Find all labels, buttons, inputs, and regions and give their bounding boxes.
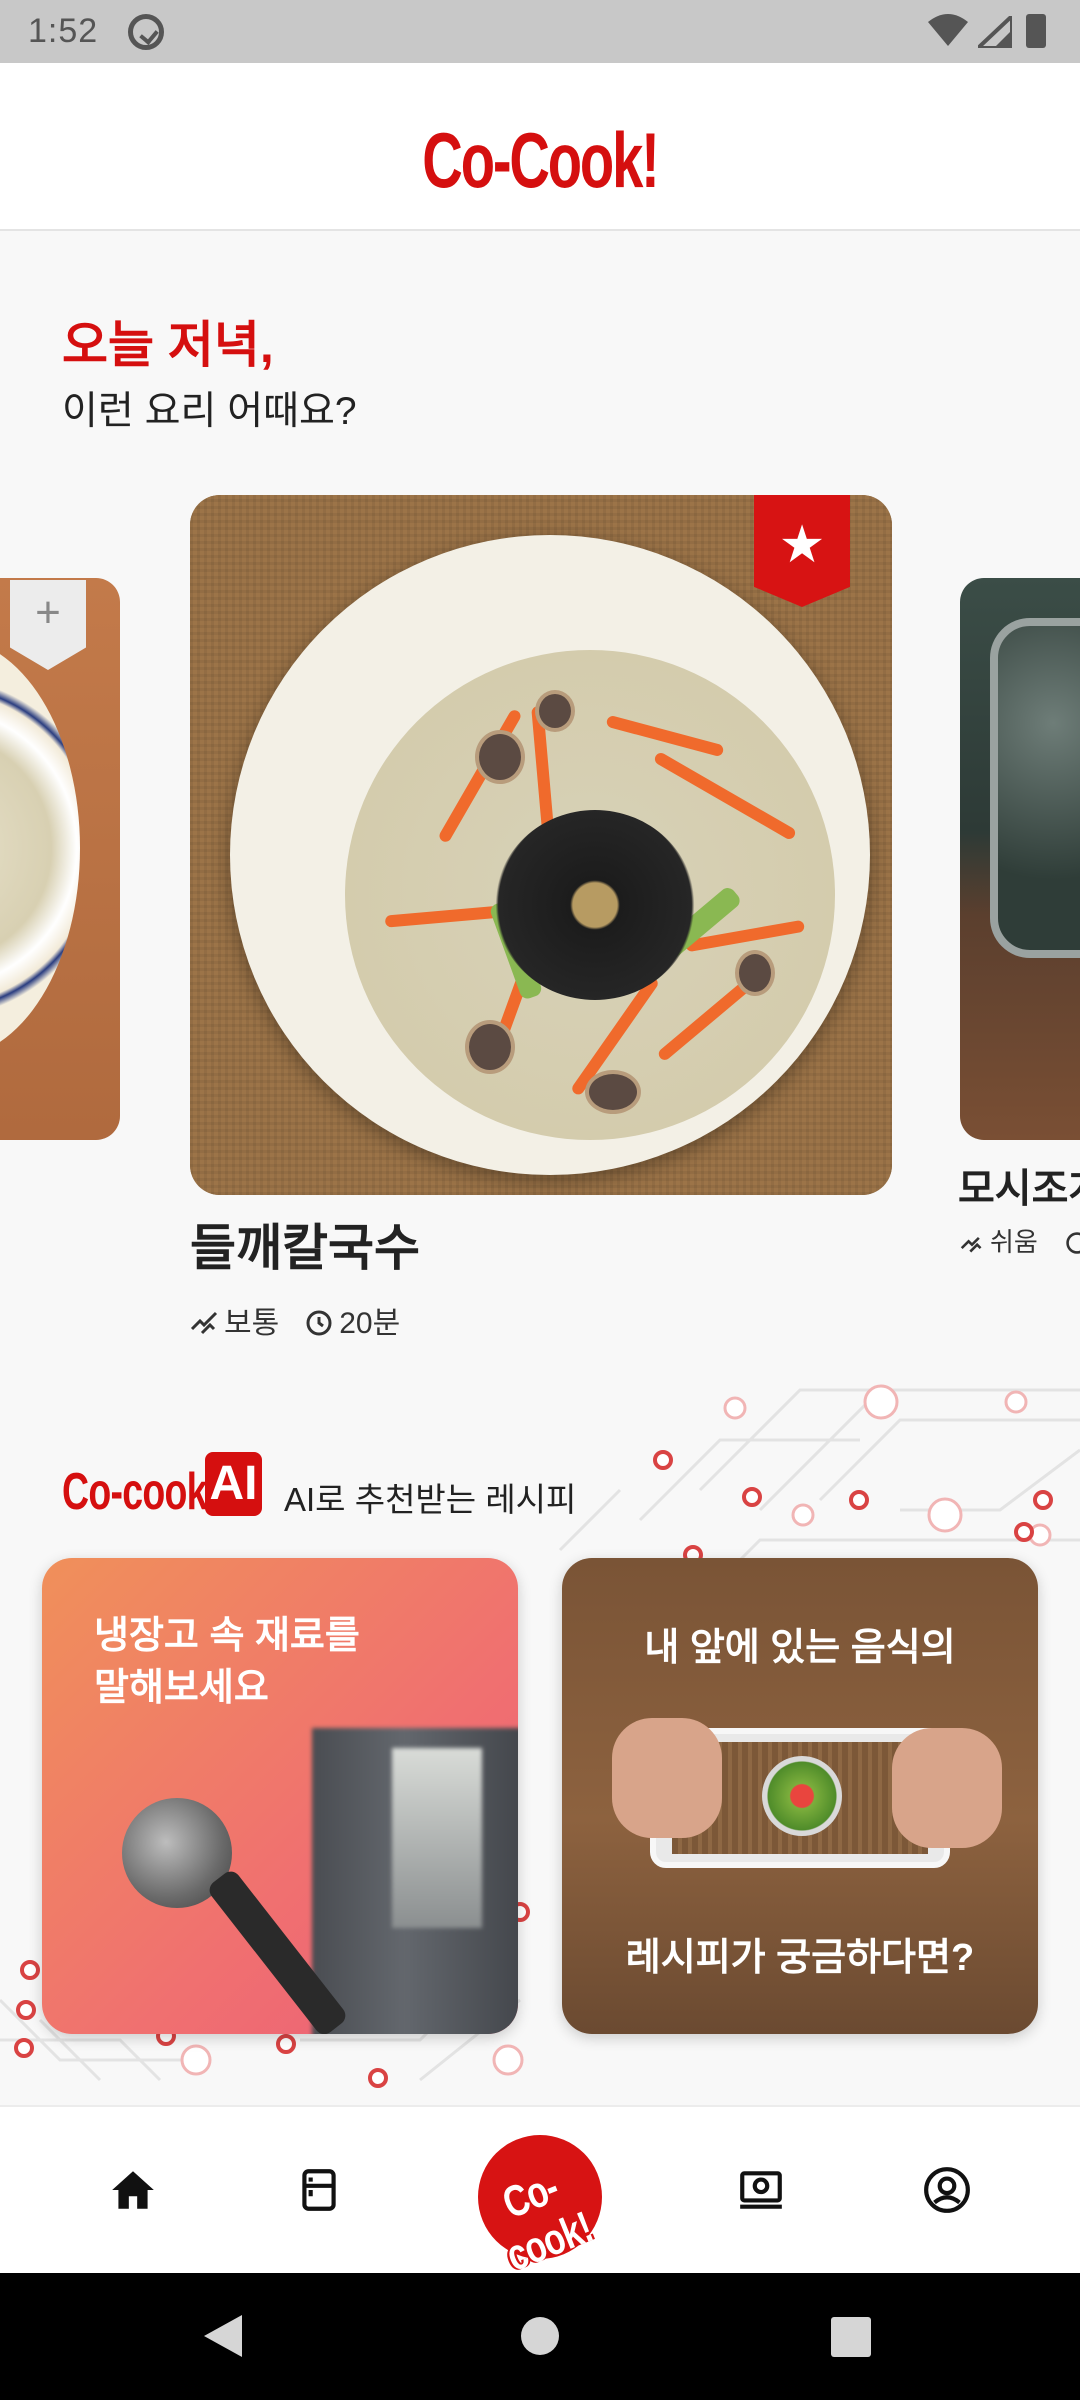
recipe-title: 들깨칼국수: [190, 1220, 420, 1276]
plus-icon: +: [35, 588, 61, 637]
dish-image: [990, 618, 1080, 958]
difficulty-icon: [960, 1236, 982, 1253]
home-icon[interactable]: [108, 2165, 158, 2215]
voice-card-text: 냉장고 속 재료를 말해보세요: [94, 1615, 360, 1709]
favorite-bookmark[interactable]: ★: [754, 495, 850, 607]
co-cook-center-button[interactable]: Co-cook!: [460, 2135, 620, 2281]
battery-icon: [1026, 14, 1046, 48]
status-icons: [928, 14, 1058, 50]
fridge-icon[interactable]: [294, 2165, 344, 2215]
status-time: 1:52: [28, 12, 99, 50]
system-navigation-bar: [0, 2273, 1080, 2400]
recipe-difficulty: 보통: [224, 1307, 280, 1340]
bowl-illustration: [230, 535, 870, 1175]
brand-logo: Co-Cook!: [422, 116, 660, 204]
app-header: Co-Cook!: [0, 63, 1080, 231]
signal-icon: [978, 16, 1012, 48]
ai-brand-logo: Co-cook!: [62, 1463, 219, 1521]
back-icon[interactable]: [204, 2315, 242, 2357]
salad-image: [762, 1756, 842, 1836]
next-recipe-title: 모시조개: [958, 1167, 1080, 1211]
recipe-card-next[interactable]: [960, 578, 1080, 1140]
difficulty-icon: [190, 1311, 218, 1335]
clock-icon: [1066, 1232, 1080, 1254]
home-button-icon[interactable]: [521, 2317, 559, 2355]
sync-icon: [128, 14, 164, 50]
bottom-navigation: Co-cook!: [0, 2105, 1080, 2281]
ai-section-title: AI로 추천받는 레시피: [284, 1481, 577, 1518]
hero-subtitle: 이런 요리 어때요?: [62, 390, 357, 433]
fridge-image: [312, 1728, 518, 2034]
watch-icon[interactable]: [736, 2165, 786, 2215]
next-recipe-difficulty: 쉬움: [990, 1227, 1038, 1257]
ai-badge: AI: [205, 1452, 262, 1516]
hero-title: 오늘 저녁,: [62, 317, 274, 373]
wifi-icon: [928, 14, 968, 46]
clock-icon: [306, 1310, 332, 1336]
star-icon: ★: [778, 516, 826, 574]
next-recipe-meta: 쉬움: [960, 1222, 1080, 1259]
dish-image: [0, 638, 80, 1058]
photo-card-title: 내 앞에 있는 음식의: [644, 1627, 956, 1669]
recipe-card-featured[interactable]: ★: [190, 495, 892, 1195]
recents-icon[interactable]: [831, 2317, 871, 2357]
photo-recipe-card[interactable]: 내 앞에 있는 음식의 레시피가 궁금하다면?: [562, 1558, 1038, 2034]
recipe-meta: 보통 20분: [190, 1298, 400, 1342]
profile-icon[interactable]: [922, 2165, 972, 2215]
status-bar: 1:52: [0, 0, 1080, 63]
photo-card-subtitle: 레시피가 궁금하다면?: [625, 1937, 975, 1979]
recipe-time: 20분: [339, 1307, 401, 1340]
voice-ingredient-card[interactable]: 냉장고 속 재료를 말해보세요: [42, 1558, 518, 2034]
